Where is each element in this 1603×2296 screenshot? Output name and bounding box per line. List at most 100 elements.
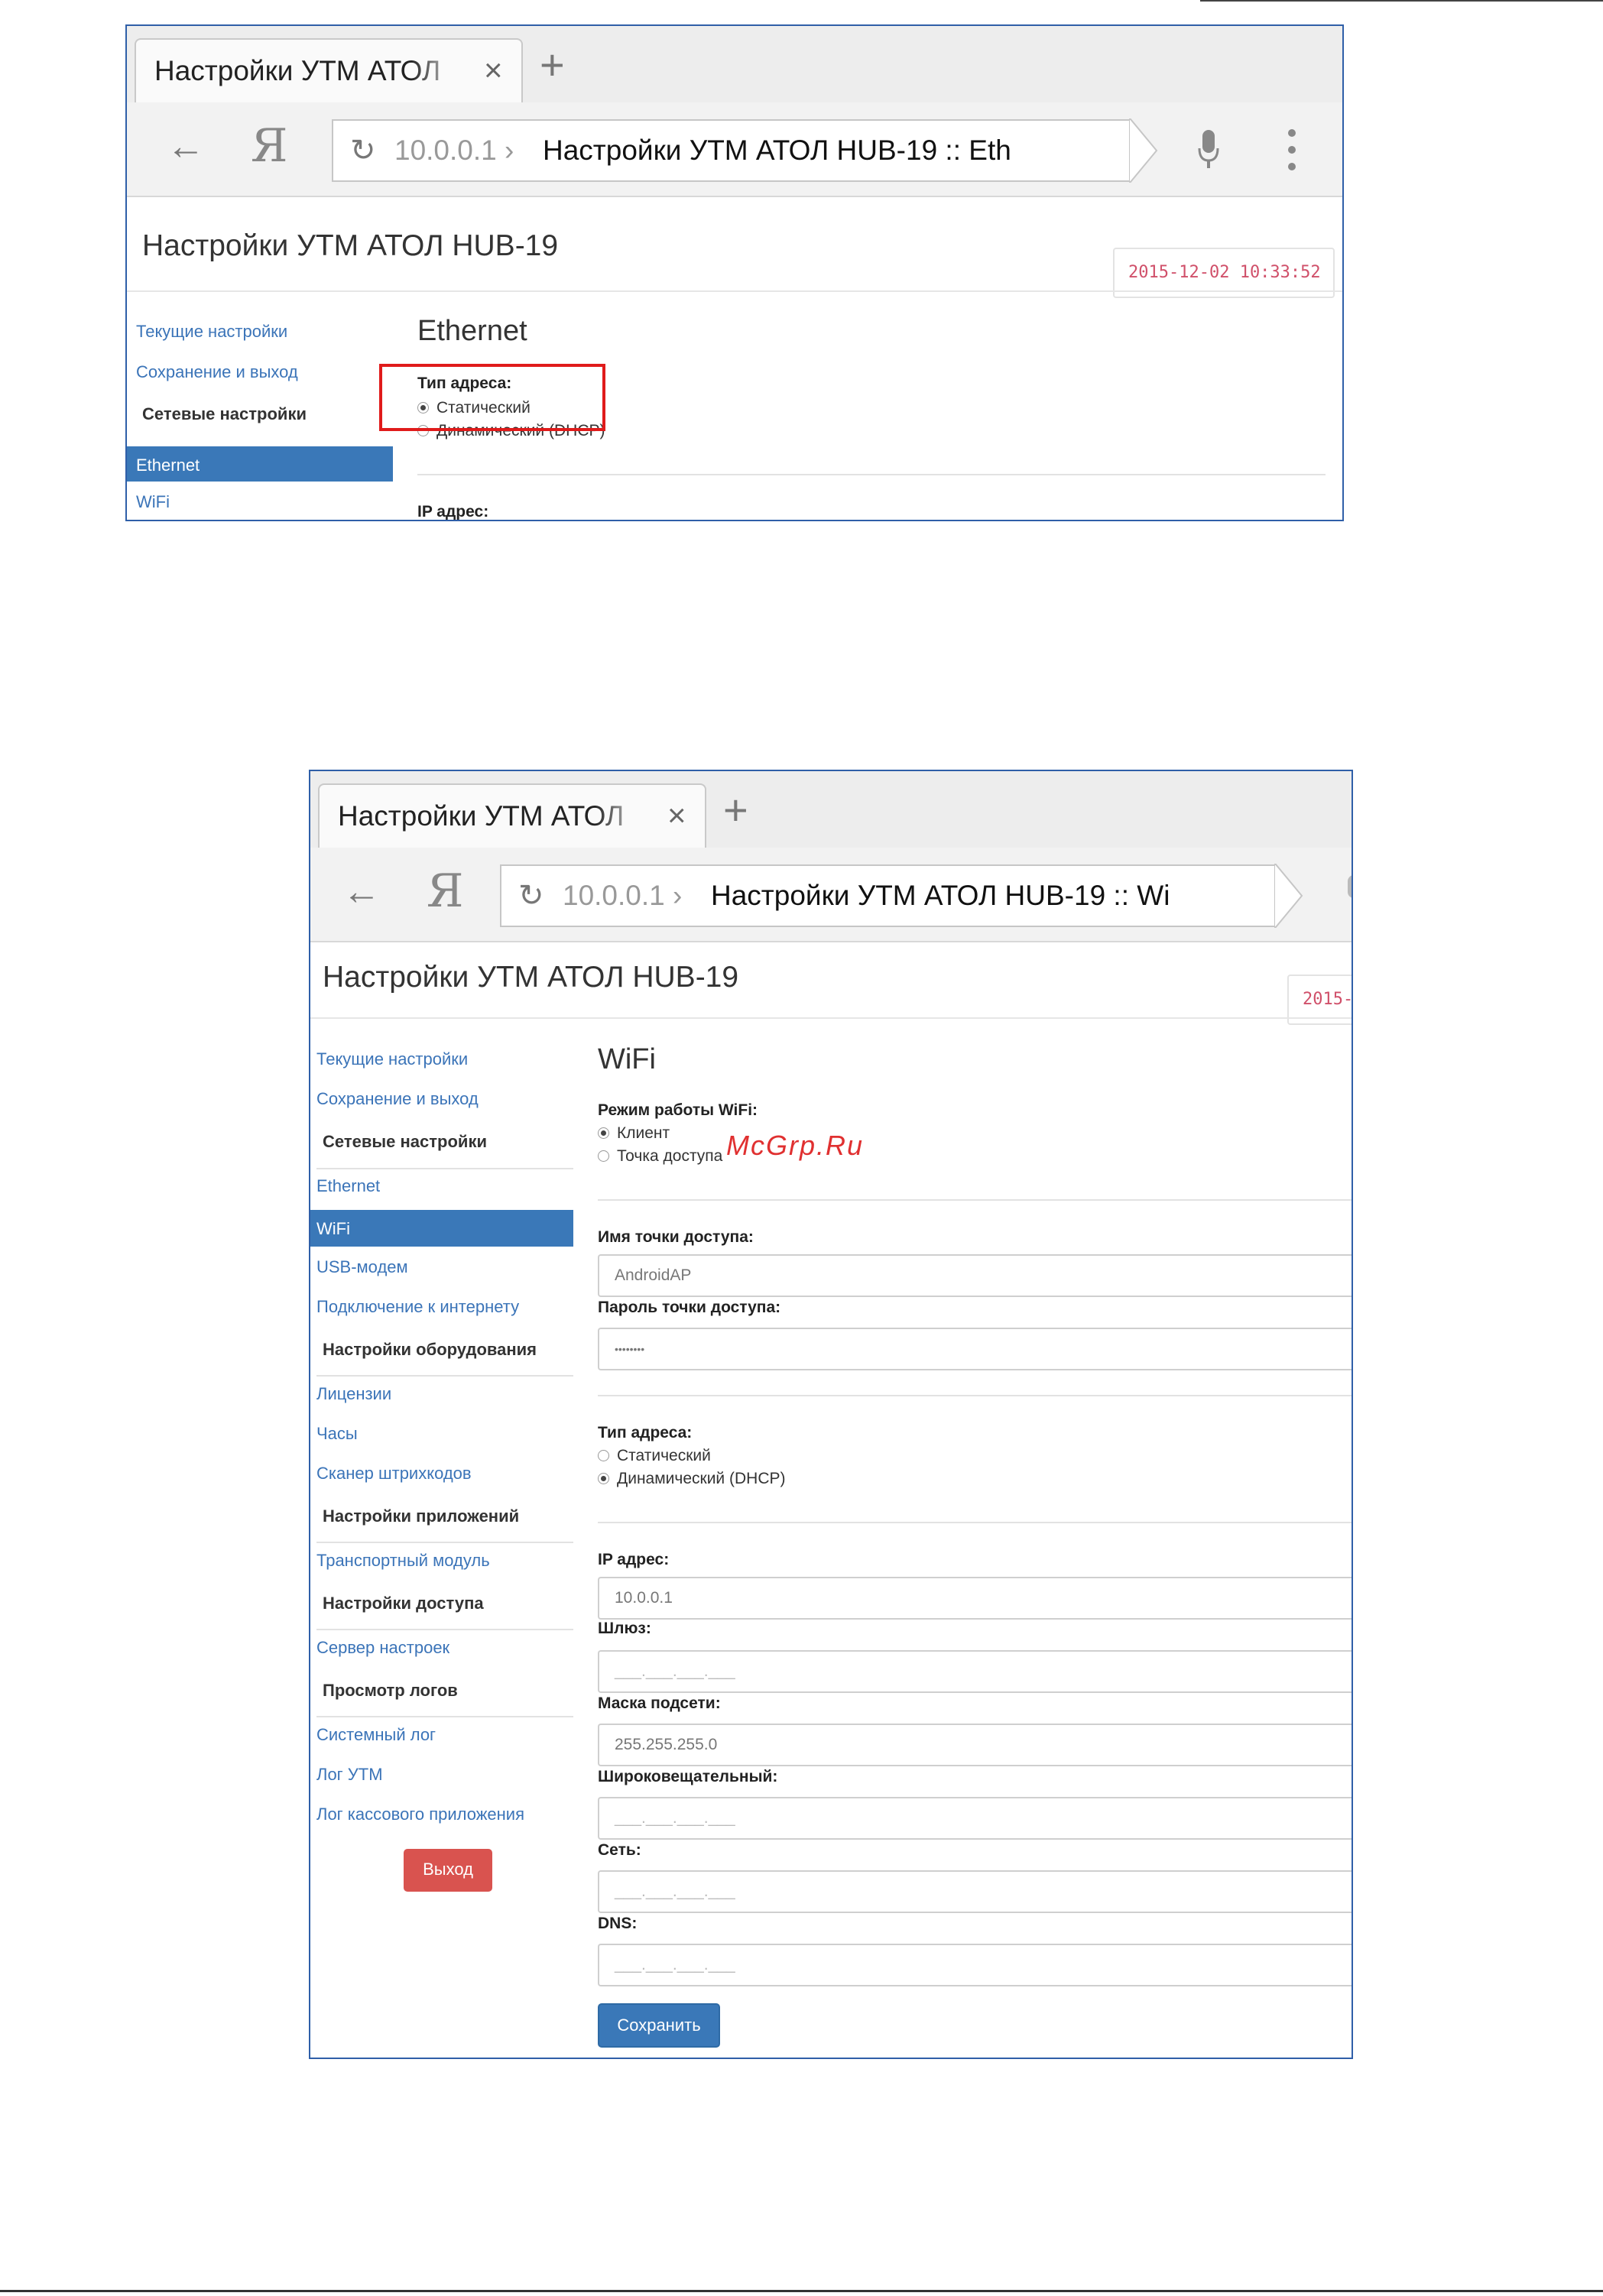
sidebar-divider — [316, 1629, 573, 1630]
address-bar: ← Я ↻ 10.0.0.1 › Настройки УТМ АТОЛ HUB-… — [310, 848, 1352, 942]
address-bar: ← Я ↻ 10.0.0.1 › Настройки УТМ АТОЛ HUB-… — [127, 102, 1342, 197]
sidebar-item-licenses[interactable]: Лицензии — [316, 1384, 391, 1404]
sidebar-item-scanner[interactable]: Сканер штрихкодов — [316, 1464, 472, 1484]
sidebar-heading-access: Настройки доступа — [323, 1594, 484, 1613]
network-value: ___.___.___.___ — [615, 1883, 735, 1900]
radio-button-checked[interactable] — [598, 1473, 609, 1484]
sidebar-item-settings-server[interactable]: Сервер настроек — [316, 1638, 449, 1658]
url-field-arrow — [1274, 864, 1303, 928]
radio-button-checked[interactable] — [598, 1127, 609, 1139]
tab-bar: Настройки УТМ АТОЛ × + — [310, 771, 1352, 849]
close-icon[interactable]: × — [667, 797, 686, 834]
sidebar-item-save-exit[interactable]: Сохранение и выход — [316, 1089, 479, 1109]
dns-value: ___.___.___.___ — [615, 1956, 735, 1973]
section-title: Ethernet — [417, 315, 527, 347]
yandex-icon[interactable]: Я — [427, 864, 463, 918]
gateway-input[interactable]: ___.___.___.___ — [598, 1650, 1352, 1693]
form-divider — [417, 474, 1326, 475]
sidebar-item-current-settings[interactable]: Текущие настройки — [136, 322, 287, 342]
reload-icon[interactable]: ↻ — [518, 878, 544, 913]
sidebar-item-clock[interactable]: Часы — [316, 1424, 358, 1444]
sidebar-item-wifi[interactable]: WiFi — [310, 1210, 573, 1247]
radio-static-label: Статический — [617, 1447, 711, 1464]
sidebar-item-ethernet[interactable]: Ethernet — [127, 446, 393, 482]
ap-password-label: Пароль точки доступа: — [598, 1299, 781, 1316]
tab-title-fade — [595, 785, 648, 849]
header-divider — [310, 1017, 1352, 1019]
tab-title: Настройки УТМ АТОЛ — [338, 800, 625, 832]
form-divider — [598, 1522, 1352, 1523]
ip-address-label: IP адрес: — [417, 503, 489, 520]
radio-client[interactable]: Клиент — [598, 1124, 670, 1143]
sidebar-item-current-settings[interactable]: Текущие настройки — [316, 1049, 468, 1069]
sidebar-item-utm-log[interactable]: Лог УТМ — [316, 1765, 383, 1785]
radio-access-point-label: Точка доступа — [617, 1147, 723, 1165]
microphone-icon[interactable] — [1342, 874, 1353, 916]
network-label: Сеть: — [598, 1841, 641, 1859]
sidebar-item-internet[interactable]: Подключение к интернету — [316, 1297, 519, 1317]
watermark-text: McGrp.Ru — [726, 1130, 865, 1161]
yandex-icon[interactable]: Я — [251, 119, 287, 173]
browser-tab[interactable]: Настройки УТМ АТОЛ × — [318, 783, 706, 849]
form-divider — [598, 1395, 1352, 1396]
sidebar-divider — [316, 1716, 573, 1717]
sidebar-item-usb-modem[interactable]: USB-модем — [316, 1257, 408, 1277]
close-icon[interactable]: × — [484, 52, 503, 89]
radio-button[interactable] — [598, 1450, 609, 1461]
sidebar-heading-apps: Настройки приложений — [323, 1506, 520, 1526]
dns-input[interactable]: ___.___.___.___ — [598, 1944, 1352, 1986]
radio-access-point[interactable]: Точка доступа — [598, 1147, 722, 1166]
sidebar-item-cash-log[interactable]: Лог кассового приложения — [316, 1805, 524, 1824]
url-page-title: Настройки УТМ АТОЛ HUB-19 :: Wi — [711, 880, 1170, 911]
back-arrow-icon[interactable]: ← — [167, 124, 205, 168]
tab-bar: Настройки УТМ АТОЛ × + — [127, 26, 1342, 104]
save-button[interactable]: Сохранить — [598, 2003, 720, 2048]
new-tab-icon[interactable]: + — [540, 40, 565, 89]
url-field[interactable]: ↻ 10.0.0.1 › Настройки УТМ АТОЛ HUB-19 :… — [332, 119, 1132, 182]
tab-title: Настройки УТМ АТОЛ — [154, 55, 441, 86]
sidebar-item-save-exit[interactable]: Сохранение и выход — [136, 362, 298, 382]
menu-dots-icon[interactable] — [1287, 128, 1296, 171]
radio-dhcp[interactable]: Динамический (DHCP) — [598, 1470, 786, 1488]
header-divider — [127, 290, 1342, 292]
new-tab-icon[interactable]: + — [723, 785, 748, 835]
page-bottom-rule — [0, 2290, 1603, 2292]
broadcast-value: ___.___.___.___ — [615, 1809, 735, 1827]
url-field-arrow — [1129, 118, 1158, 183]
ap-name-value: AndroidAP — [615, 1266, 692, 1284]
url-host: 10.0.0.1 › — [563, 880, 683, 911]
sidebar-item-ethernet[interactable]: Ethernet — [316, 1176, 380, 1196]
sidebar-item-transport[interactable]: Транспортный модуль — [316, 1551, 490, 1571]
sidebar-divider — [316, 1375, 573, 1377]
annotation-highlight-box — [379, 364, 605, 431]
radio-static[interactable]: Статический — [598, 1447, 711, 1465]
ap-name-input[interactable]: AndroidAP — [598, 1254, 1352, 1297]
url-fade — [1189, 866, 1277, 926]
url-host: 10.0.0.1 › — [394, 135, 514, 166]
back-arrow-icon[interactable]: ← — [342, 869, 381, 913]
url-field[interactable]: ↻ 10.0.0.1 › Настройки УТМ АТОЛ HUB-19 :… — [500, 864, 1277, 927]
ap-password-input[interactable]: •••••••• — [598, 1328, 1352, 1370]
tab-title-fade — [411, 40, 465, 104]
form-divider — [598, 1199, 1352, 1201]
reload-icon[interactable]: ↻ — [350, 133, 376, 168]
browser-tab[interactable]: Настройки УТМ АТОЛ × — [135, 38, 523, 104]
page-title: Настройки УТМ АТОЛ HUB-19 — [142, 229, 559, 262]
wifi-mode-label: Режим работы WiFi: — [598, 1101, 758, 1119]
microphone-icon[interactable] — [1197, 128, 1220, 171]
sidebar-heading-network: Сетевые настройки — [142, 404, 307, 423]
radio-button[interactable] — [598, 1150, 609, 1162]
gateway-label: Шлюз: — [598, 1620, 651, 1637]
sidebar-item-system-log[interactable]: Системный лог — [316, 1725, 436, 1745]
broadcast-input[interactable]: ___.___.___.___ — [598, 1797, 1352, 1840]
url-page-title: Настройки УТМ АТОЛ HUB-19 :: Eth — [543, 135, 1011, 166]
sidebar-item-wifi[interactable]: WiFi — [136, 492, 170, 512]
network-input[interactable]: ___.___.___.___ — [598, 1870, 1352, 1913]
sidebar-heading-network: Сетевые настройки — [323, 1132, 487, 1151]
page-title: Настройки УТМ АТОЛ HUB-19 — [323, 961, 739, 994]
ip-address-input[interactable]: 10.0.0.1 — [598, 1577, 1352, 1620]
page-top-rule — [1200, 0, 1603, 2]
ip-address-label: IP адрес: — [598, 1551, 670, 1568]
subnet-mask-input[interactable]: 255.255.255.0 — [598, 1724, 1352, 1766]
exit-button[interactable]: Выход — [404, 1849, 492, 1892]
